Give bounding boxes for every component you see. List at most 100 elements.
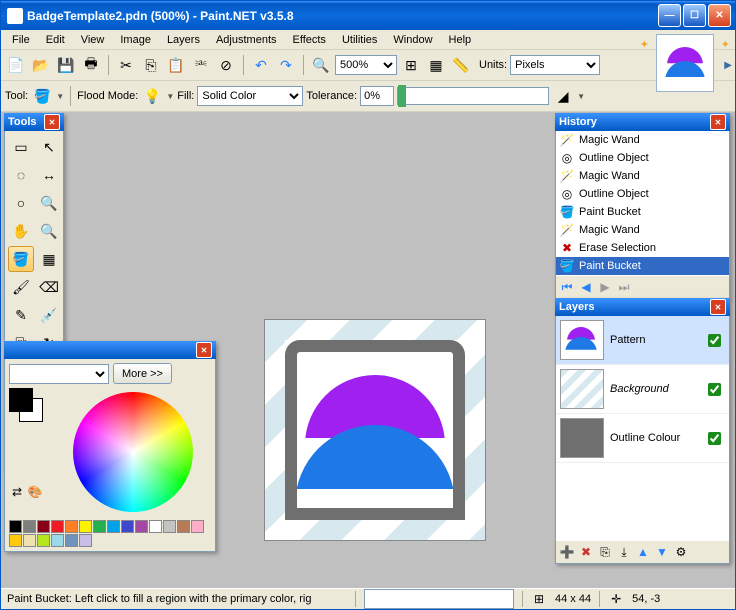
tool-4[interactable]: ○ <box>8 190 34 216</box>
save-icon[interactable]: 💾 <box>55 54 77 76</box>
tool-7[interactable]: 🔍 <box>36 218 62 244</box>
tool-8[interactable]: 🪣 <box>8 246 34 272</box>
history-back-icon[interactable]: ◀ <box>578 279 594 295</box>
menu-window[interactable]: Window <box>386 32 439 48</box>
layer-row[interactable]: Background <box>556 365 729 414</box>
zoom-select[interactable]: 500% <box>335 55 397 75</box>
zoom-fit-icon[interactable]: ⊞ <box>400 54 422 76</box>
print-icon[interactable]: 🖶 <box>80 54 102 76</box>
cut-icon[interactable]: ✂ <box>115 54 137 76</box>
history-fwd-icon[interactable]: ▶ <box>597 279 613 295</box>
color-swatch[interactable] <box>121 520 134 533</box>
tool-6[interactable]: ✋ <box>8 218 34 244</box>
color-swatch[interactable] <box>51 520 64 533</box>
menu-image[interactable]: Image <box>113 32 158 48</box>
layer-visible-checkbox[interactable] <box>708 334 721 347</box>
layer-row[interactable]: Outline Colour <box>556 414 729 463</box>
add-layer-icon[interactable]: ➕ <box>559 544 575 560</box>
merge-down-icon[interactable]: ⤓ <box>616 544 632 560</box>
flood-mode-icon[interactable]: 💡 <box>141 85 163 107</box>
tool-3[interactable]: ↔ <box>36 162 62 188</box>
history-item[interactable]: 🪄Magic Wand <box>556 131 729 149</box>
tool-11[interactable]: ⌫ <box>36 274 62 300</box>
new-icon[interactable]: 📄 <box>5 54 27 76</box>
history-item[interactable]: ◎Outline Object <box>556 185 729 203</box>
layers-close-icon[interactable]: ✕ <box>710 299 726 315</box>
antialias-icon[interactable]: ◢ <box>552 85 574 107</box>
color-wheel[interactable] <box>73 392 193 512</box>
tolerance-slider[interactable] <box>397 87 549 105</box>
doc-nav-chevron-icon[interactable]: ▶ <box>724 60 732 71</box>
document-thumbnail[interactable] <box>656 34 714 92</box>
history-panel[interactable]: History✕ 🪄Magic Wand◎Outline Object🪄Magi… <box>555 113 730 299</box>
color-swatch[interactable] <box>65 520 78 533</box>
menu-layers[interactable]: Layers <box>160 32 207 48</box>
history-last-icon[interactable]: ⏭ <box>616 279 632 295</box>
color-swatch[interactable] <box>37 520 50 533</box>
move-up-icon[interactable]: ▲ <box>635 544 651 560</box>
color-swatch[interactable] <box>135 520 148 533</box>
more-button[interactable]: More >> <box>113 363 172 384</box>
color-swatch[interactable] <box>51 534 64 547</box>
menu-edit[interactable]: Edit <box>39 32 72 48</box>
ruler-icon[interactable]: 📏 <box>450 54 472 76</box>
tool-12[interactable]: ✎ <box>8 302 34 328</box>
color-swatch[interactable] <box>177 520 190 533</box>
color-swatch[interactable] <box>107 520 120 533</box>
paste-icon[interactable]: 📋 <box>165 54 187 76</box>
grid-icon[interactable]: ▦ <box>425 54 447 76</box>
star-new-icon[interactable]: ✦ <box>640 38 649 51</box>
color-swatch[interactable] <box>9 520 22 533</box>
copy-icon[interactable]: ⎘ <box>140 54 162 76</box>
menu-help[interactable]: Help <box>442 32 479 48</box>
history-first-icon[interactable]: ⏮ <box>559 279 575 295</box>
tool-10[interactable]: 🖌 <box>8 274 34 300</box>
history-item[interactable]: 🪣Paint Bucket <box>556 257 729 275</box>
menu-adjustments[interactable]: Adjustments <box>209 32 284 48</box>
undo-icon[interactable]: ↶ <box>250 54 272 76</box>
minimize-button[interactable]: — <box>658 4 681 27</box>
color-swatch[interactable] <box>9 534 22 547</box>
menu-file[interactable]: File <box>5 32 37 48</box>
color-swatch[interactable] <box>37 534 50 547</box>
history-close-icon[interactable]: ✕ <box>710 114 726 130</box>
crop-icon[interactable]: ⎃ <box>190 54 212 76</box>
color-swatch[interactable] <box>191 520 204 533</box>
color-swatch[interactable] <box>79 534 92 547</box>
delete-layer-icon[interactable]: ✖ <box>578 544 594 560</box>
deselect-icon[interactable]: ⊘ <box>215 54 237 76</box>
move-down-icon[interactable]: ▼ <box>654 544 670 560</box>
color-swatch[interactable] <box>163 520 176 533</box>
close-button[interactable]: ✕ <box>708 4 731 27</box>
status-input[interactable] <box>364 589 514 609</box>
color-swatch[interactable] <box>65 534 78 547</box>
color-swatch[interactable] <box>23 534 36 547</box>
history-item[interactable]: ✖Erase Selection <box>556 239 729 257</box>
tool-2[interactable]: ◌ <box>8 162 34 188</box>
swap-colors-icon[interactable]: ⇄ <box>9 484 25 500</box>
history-item[interactable]: 🪄Magic Wand <box>556 221 729 239</box>
star-new-icon-2[interactable]: ✦ <box>721 38 730 51</box>
layer-props-icon[interactable]: ⚙ <box>673 544 689 560</box>
colors-panel[interactable]: ✕ More >> ⇄ 🎨 <box>4 341 216 552</box>
menu-utilities[interactable]: Utilities <box>335 32 384 48</box>
color-mode-select[interactable] <box>9 364 109 384</box>
titlebar[interactable]: BadgeTemplate2.pdn (500%) - Paint.NET v3… <box>1 1 735 30</box>
colors-close-icon[interactable]: ✕ <box>196 342 212 358</box>
tool-1[interactable]: ↖ <box>36 134 62 160</box>
color-swatch[interactable] <box>23 520 36 533</box>
units-select[interactable]: Pixels <box>510 55 600 75</box>
fill-select[interactable]: Solid Color <box>197 86 303 106</box>
menu-view[interactable]: View <box>74 32 112 48</box>
history-item[interactable]: 🪣Paint Bucket <box>556 203 729 221</box>
tolerance-input[interactable] <box>360 86 394 106</box>
tool-9[interactable]: ▦ <box>36 246 62 272</box>
layer-row[interactable]: Pattern <box>556 316 729 365</box>
layers-panel[interactable]: Layers✕ PatternBackgroundOutline Colour … <box>555 298 730 564</box>
zoom-icon[interactable]: 🔍 <box>310 54 332 76</box>
menu-effects[interactable]: Effects <box>286 32 333 48</box>
open-icon[interactable]: 📂 <box>30 54 52 76</box>
tools-close-icon[interactable]: ✕ <box>44 114 60 130</box>
layer-visible-checkbox[interactable] <box>708 432 721 445</box>
layer-visible-checkbox[interactable] <box>708 383 721 396</box>
